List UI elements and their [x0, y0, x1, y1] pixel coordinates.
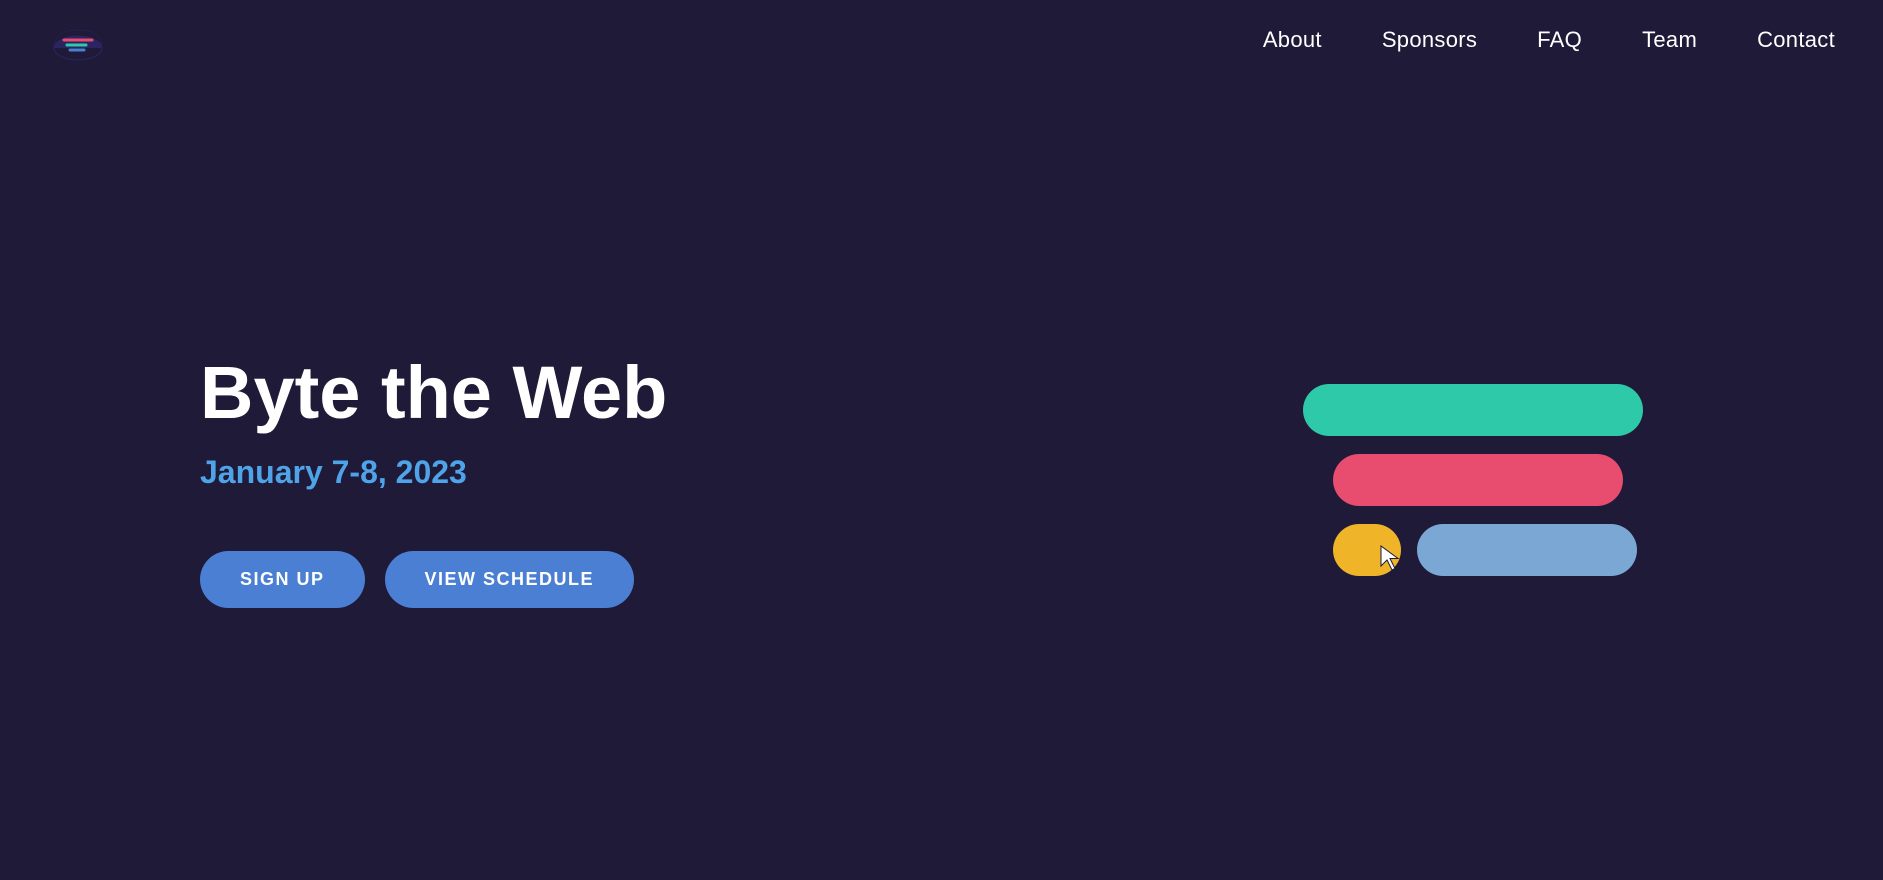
- hero-visual: [1303, 384, 1643, 576]
- hero-section: Byte the Web January 7-8, 2023 SIGN UP V…: [0, 80, 1883, 880]
- hero-date: January 7-8, 2023: [200, 454, 667, 491]
- cursor-icon: [1379, 544, 1403, 572]
- logo[interactable]: [48, 10, 108, 70]
- navbar: About Sponsors FAQ Team Contact: [0, 0, 1883, 80]
- nav-item-about[interactable]: About: [1263, 27, 1322, 53]
- nav-item-faq[interactable]: FAQ: [1537, 27, 1582, 53]
- hero-title: Byte the Web: [200, 352, 667, 433]
- bar-pink: [1333, 454, 1623, 506]
- nav-item-team[interactable]: Team: [1642, 27, 1697, 53]
- signup-button[interactable]: SIGN UP: [200, 551, 365, 608]
- hero-content: Byte the Web January 7-8, 2023 SIGN UP V…: [200, 352, 667, 607]
- nav-links: About Sponsors FAQ Team Contact: [1263, 27, 1835, 53]
- nav-item-sponsors[interactable]: Sponsors: [1382, 27, 1477, 53]
- view-schedule-button[interactable]: VIEW SCHEDULE: [385, 551, 635, 608]
- bar-blue: [1417, 524, 1637, 576]
- hero-buttons: SIGN UP VIEW SCHEDULE: [200, 551, 667, 608]
- bar-teal: [1303, 384, 1643, 436]
- nav-item-contact[interactable]: Contact: [1757, 27, 1835, 53]
